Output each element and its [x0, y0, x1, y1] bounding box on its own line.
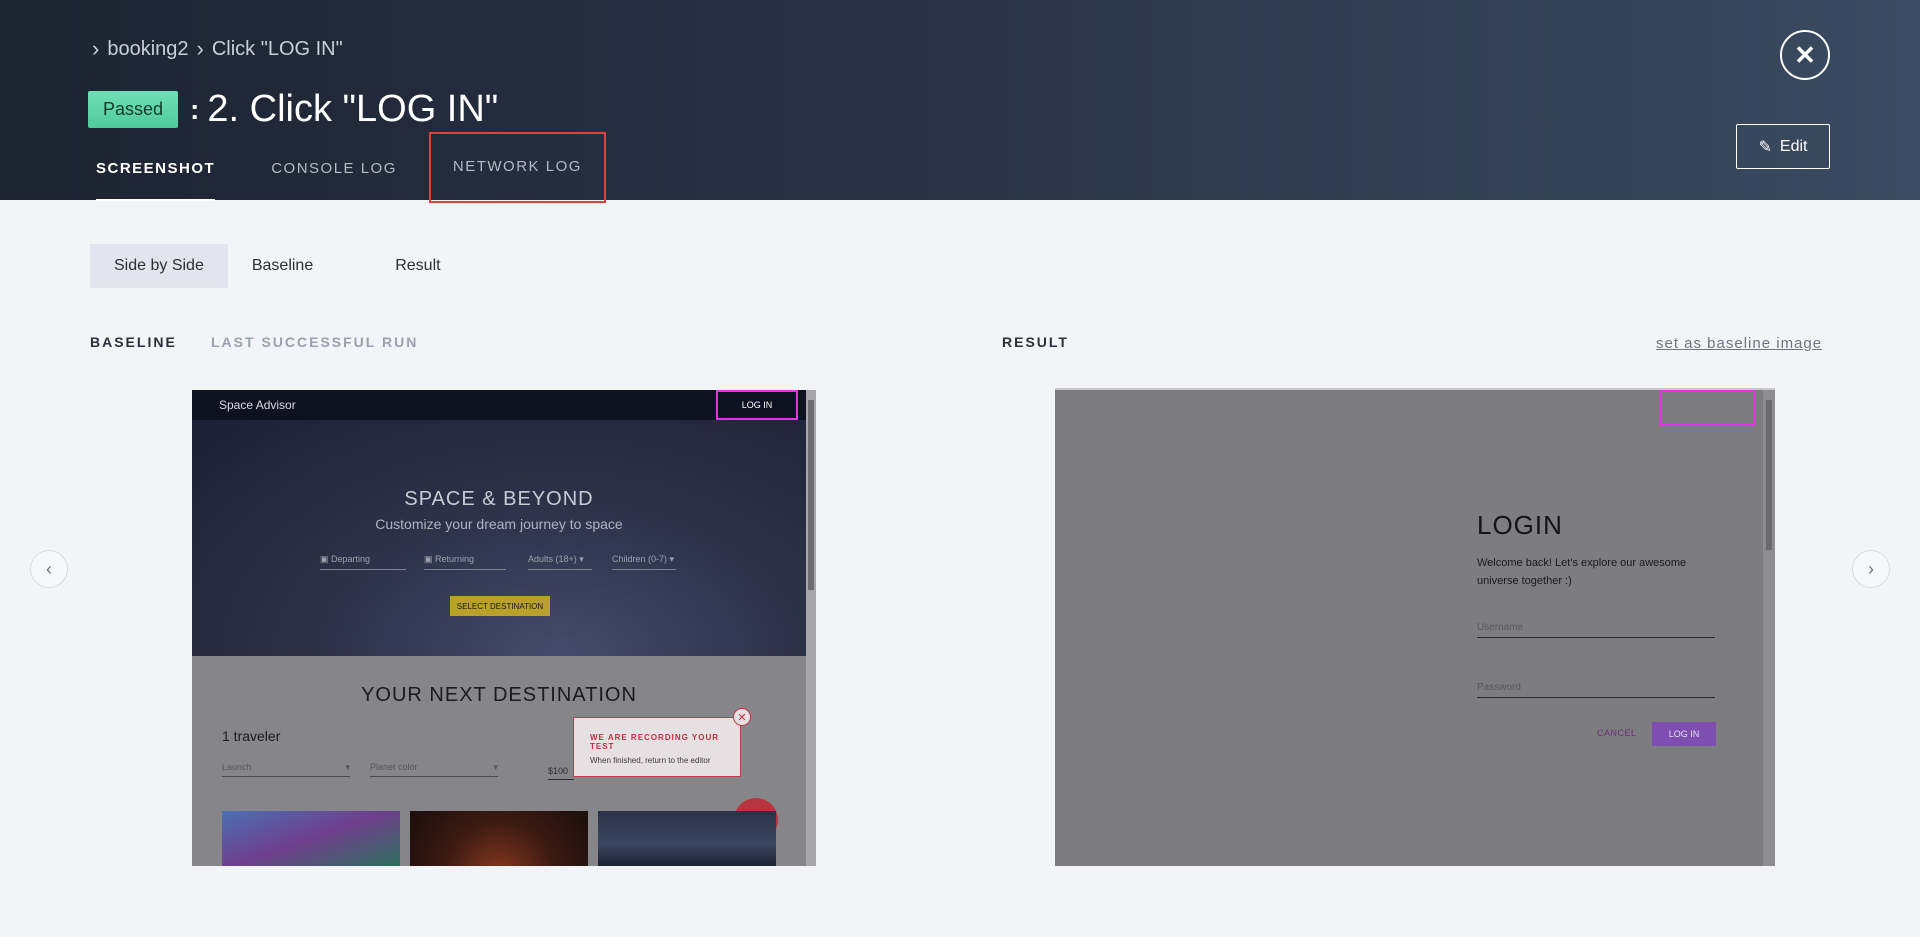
hero-subtitle: Customize your dream journey to space	[375, 516, 623, 532]
result-screenshot: LOGIN Welcome back! Let's explore our aw…	[1055, 388, 1775, 866]
title-separator: :	[190, 93, 200, 125]
site-brand: Space Advisor	[219, 398, 296, 412]
chevron-right-icon: ›	[1868, 558, 1874, 579]
tab-network-log[interactable]: NETWORK LOG	[428, 132, 606, 203]
traveler-count: 1 traveler	[222, 728, 281, 744]
cancel-button: CANCEL	[1597, 728, 1637, 738]
view-side-by-side-button[interactable]: Side by Side	[90, 244, 228, 288]
view-baseline-button[interactable]: Baseline	[228, 244, 337, 288]
recording-title: WE ARE RECORDING YOUR TEST	[590, 733, 720, 751]
status-badge: Passed	[88, 91, 179, 128]
username-input: Username	[1477, 622, 1715, 638]
chevron-right-icon: ›	[196, 36, 204, 61]
recording-subtitle: When finished, return to the editor	[590, 756, 711, 765]
hero-title: SPACE & BEYOND	[404, 488, 594, 510]
test-step-header: › booking2 › Click "LOG IN" Passed : 2. …	[0, 0, 1920, 203]
select-destination-button: SELECT DESTINATION	[450, 596, 550, 616]
baseline-label: BASELINE	[90, 334, 177, 350]
edit-button[interactable]: ✎ Edit	[1736, 124, 1830, 169]
result-scrollbar	[1763, 390, 1775, 866]
close-icon: ✕	[733, 708, 751, 726]
edit-label: Edit	[1779, 137, 1808, 155]
adults-select: Adults (18+) ▾	[528, 554, 592, 570]
login-region-highlight	[1659, 390, 1755, 426]
previous-step-button[interactable]: ‹	[30, 550, 68, 588]
breadcrumb-test-name[interactable]: booking2	[107, 38, 188, 61]
login-submit-button: LOG IN	[1652, 722, 1716, 746]
tab-console-log[interactable]: CONSOLE LOG	[271, 160, 397, 201]
planet-color-filter: Planet color ▾	[370, 762, 498, 777]
price-filter: $100	[548, 766, 574, 780]
chevron-left-icon: ‹	[46, 558, 52, 579]
breadcrumb-step-name: Click "LOG IN"	[211, 37, 343, 60]
title-row: Passed : 2. Click "LOG IN"	[88, 88, 498, 131]
close-icon: ✕	[1794, 39, 1816, 70]
destination-image	[222, 811, 400, 866]
calendar-icon: ▣	[320, 554, 332, 564]
tab-screenshot[interactable]: SCREENSHOT	[96, 160, 216, 201]
close-button[interactable]: ✕	[1780, 30, 1830, 80]
destination-image	[598, 811, 776, 866]
site-hero: SPACE & BEYOND Customize your dream jour…	[192, 420, 806, 656]
password-input: Password	[1477, 682, 1715, 698]
children-select: Children (0-7) ▾	[612, 554, 676, 570]
returning-field: ▣ Returning	[424, 554, 506, 570]
pencil-icon: ✎	[1758, 138, 1772, 156]
baseline-screenshot: Space Advisor LOG IN SPACE & BEYOND Cust…	[192, 390, 816, 866]
launch-filter: Launch ▾	[222, 762, 350, 777]
login-message: Welcome back! Let's explore our awesome …	[1477, 557, 1687, 587]
result-label: RESULT	[1002, 334, 1069, 350]
site-navbar: Space Advisor LOG IN	[192, 390, 806, 420]
destination-image	[410, 811, 588, 866]
recording-notice: WE ARE RECORDING YOUR TEST When finished…	[573, 717, 741, 777]
baseline-scrollbar	[806, 390, 816, 866]
tab-bar: SCREENSHOT CONSOLE LOG NETWORK LOG	[96, 132, 660, 203]
next-step-button[interactable]: ›	[1852, 550, 1890, 588]
chevron-right-icon: ›	[92, 36, 100, 61]
calendar-icon: ▣	[424, 554, 436, 564]
site-login-link-highlighted: LOG IN	[716, 390, 798, 420]
set-as-baseline-link[interactable]: set as baseline image	[1656, 335, 1822, 352]
departing-field: ▣ Departing	[320, 554, 406, 570]
view-result-button[interactable]: Result	[371, 244, 464, 288]
section-title: YOUR NEXT DESTINATION	[361, 684, 637, 706]
breadcrumb: › booking2 › Click "LOG IN"	[92, 36, 343, 62]
view-mode-toggle: Side by Side Baseline Result	[90, 244, 465, 288]
page-title: 2. Click "LOG IN"	[207, 88, 499, 130]
login-title: LOGIN	[1477, 510, 1563, 540]
last-successful-run-label: LAST SUCCESSFUL RUN	[211, 334, 419, 350]
